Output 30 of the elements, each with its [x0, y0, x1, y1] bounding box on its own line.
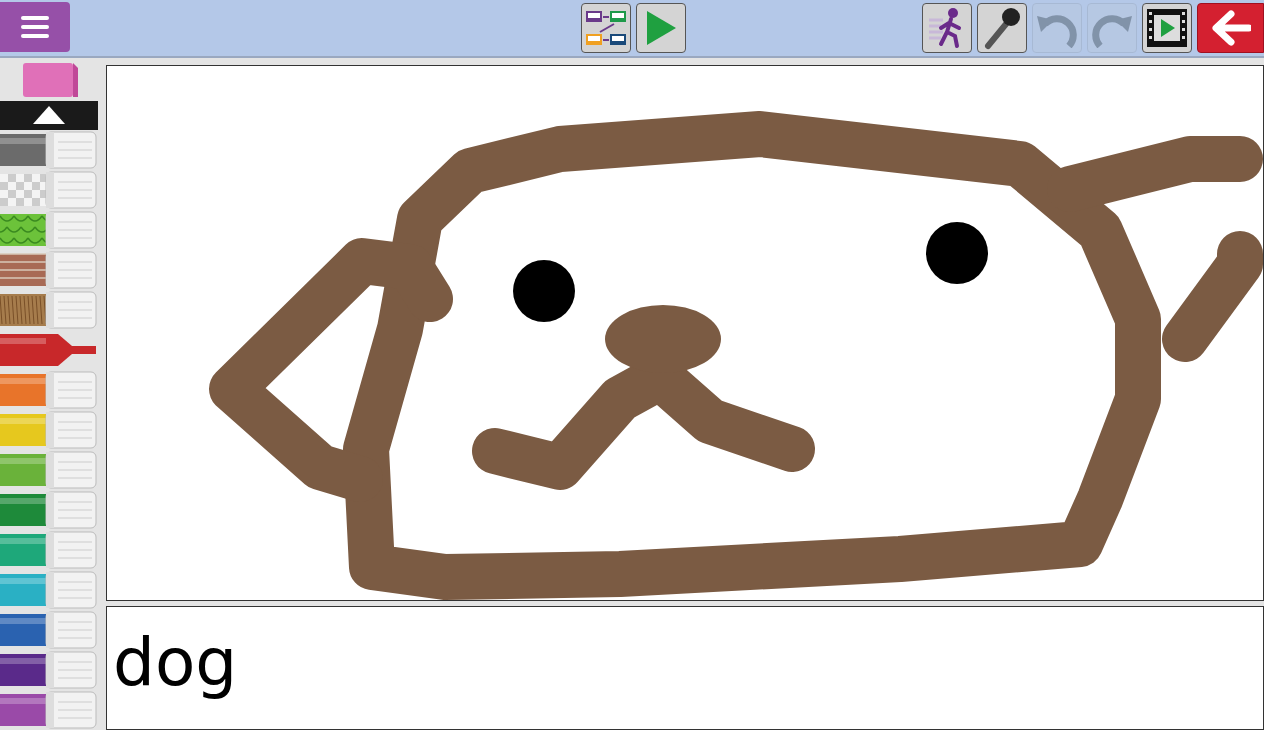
microphone-icon [982, 6, 1022, 50]
pages-button[interactable] [581, 3, 631, 53]
marker[interactable] [0, 690, 98, 730]
marker[interactable] [0, 130, 98, 170]
menu-button[interactable] [0, 2, 70, 52]
film-strip-icon [1146, 8, 1188, 48]
left-arrow-icon [1210, 10, 1251, 46]
marker[interactable] [0, 410, 98, 450]
caption-field[interactable]: dog [106, 606, 1264, 730]
up-arrow-icon [33, 106, 65, 125]
record-button[interactable] [977, 3, 1027, 53]
movie-button[interactable] [1142, 3, 1192, 53]
marker[interactable] [0, 610, 98, 650]
play-icon [644, 9, 678, 47]
marker[interactable] [0, 450, 98, 490]
drawing-canvas[interactable] [106, 65, 1264, 601]
scroll-up-button[interactable] [0, 100, 98, 130]
marker[interactable] [0, 170, 98, 210]
marker[interactable] [0, 490, 98, 530]
back-button[interactable] [1197, 3, 1264, 53]
marker[interactable] [0, 290, 98, 330]
marker[interactable] [0, 370, 98, 410]
play-button[interactable] [636, 3, 686, 53]
marker[interactable] [0, 210, 98, 250]
menu-icon [21, 16, 49, 38]
marker[interactable] [0, 570, 98, 610]
marker[interactable] [0, 250, 98, 290]
marker[interactable] [0, 650, 98, 690]
marker[interactable] [0, 530, 98, 570]
animate-button[interactable] [922, 3, 972, 53]
